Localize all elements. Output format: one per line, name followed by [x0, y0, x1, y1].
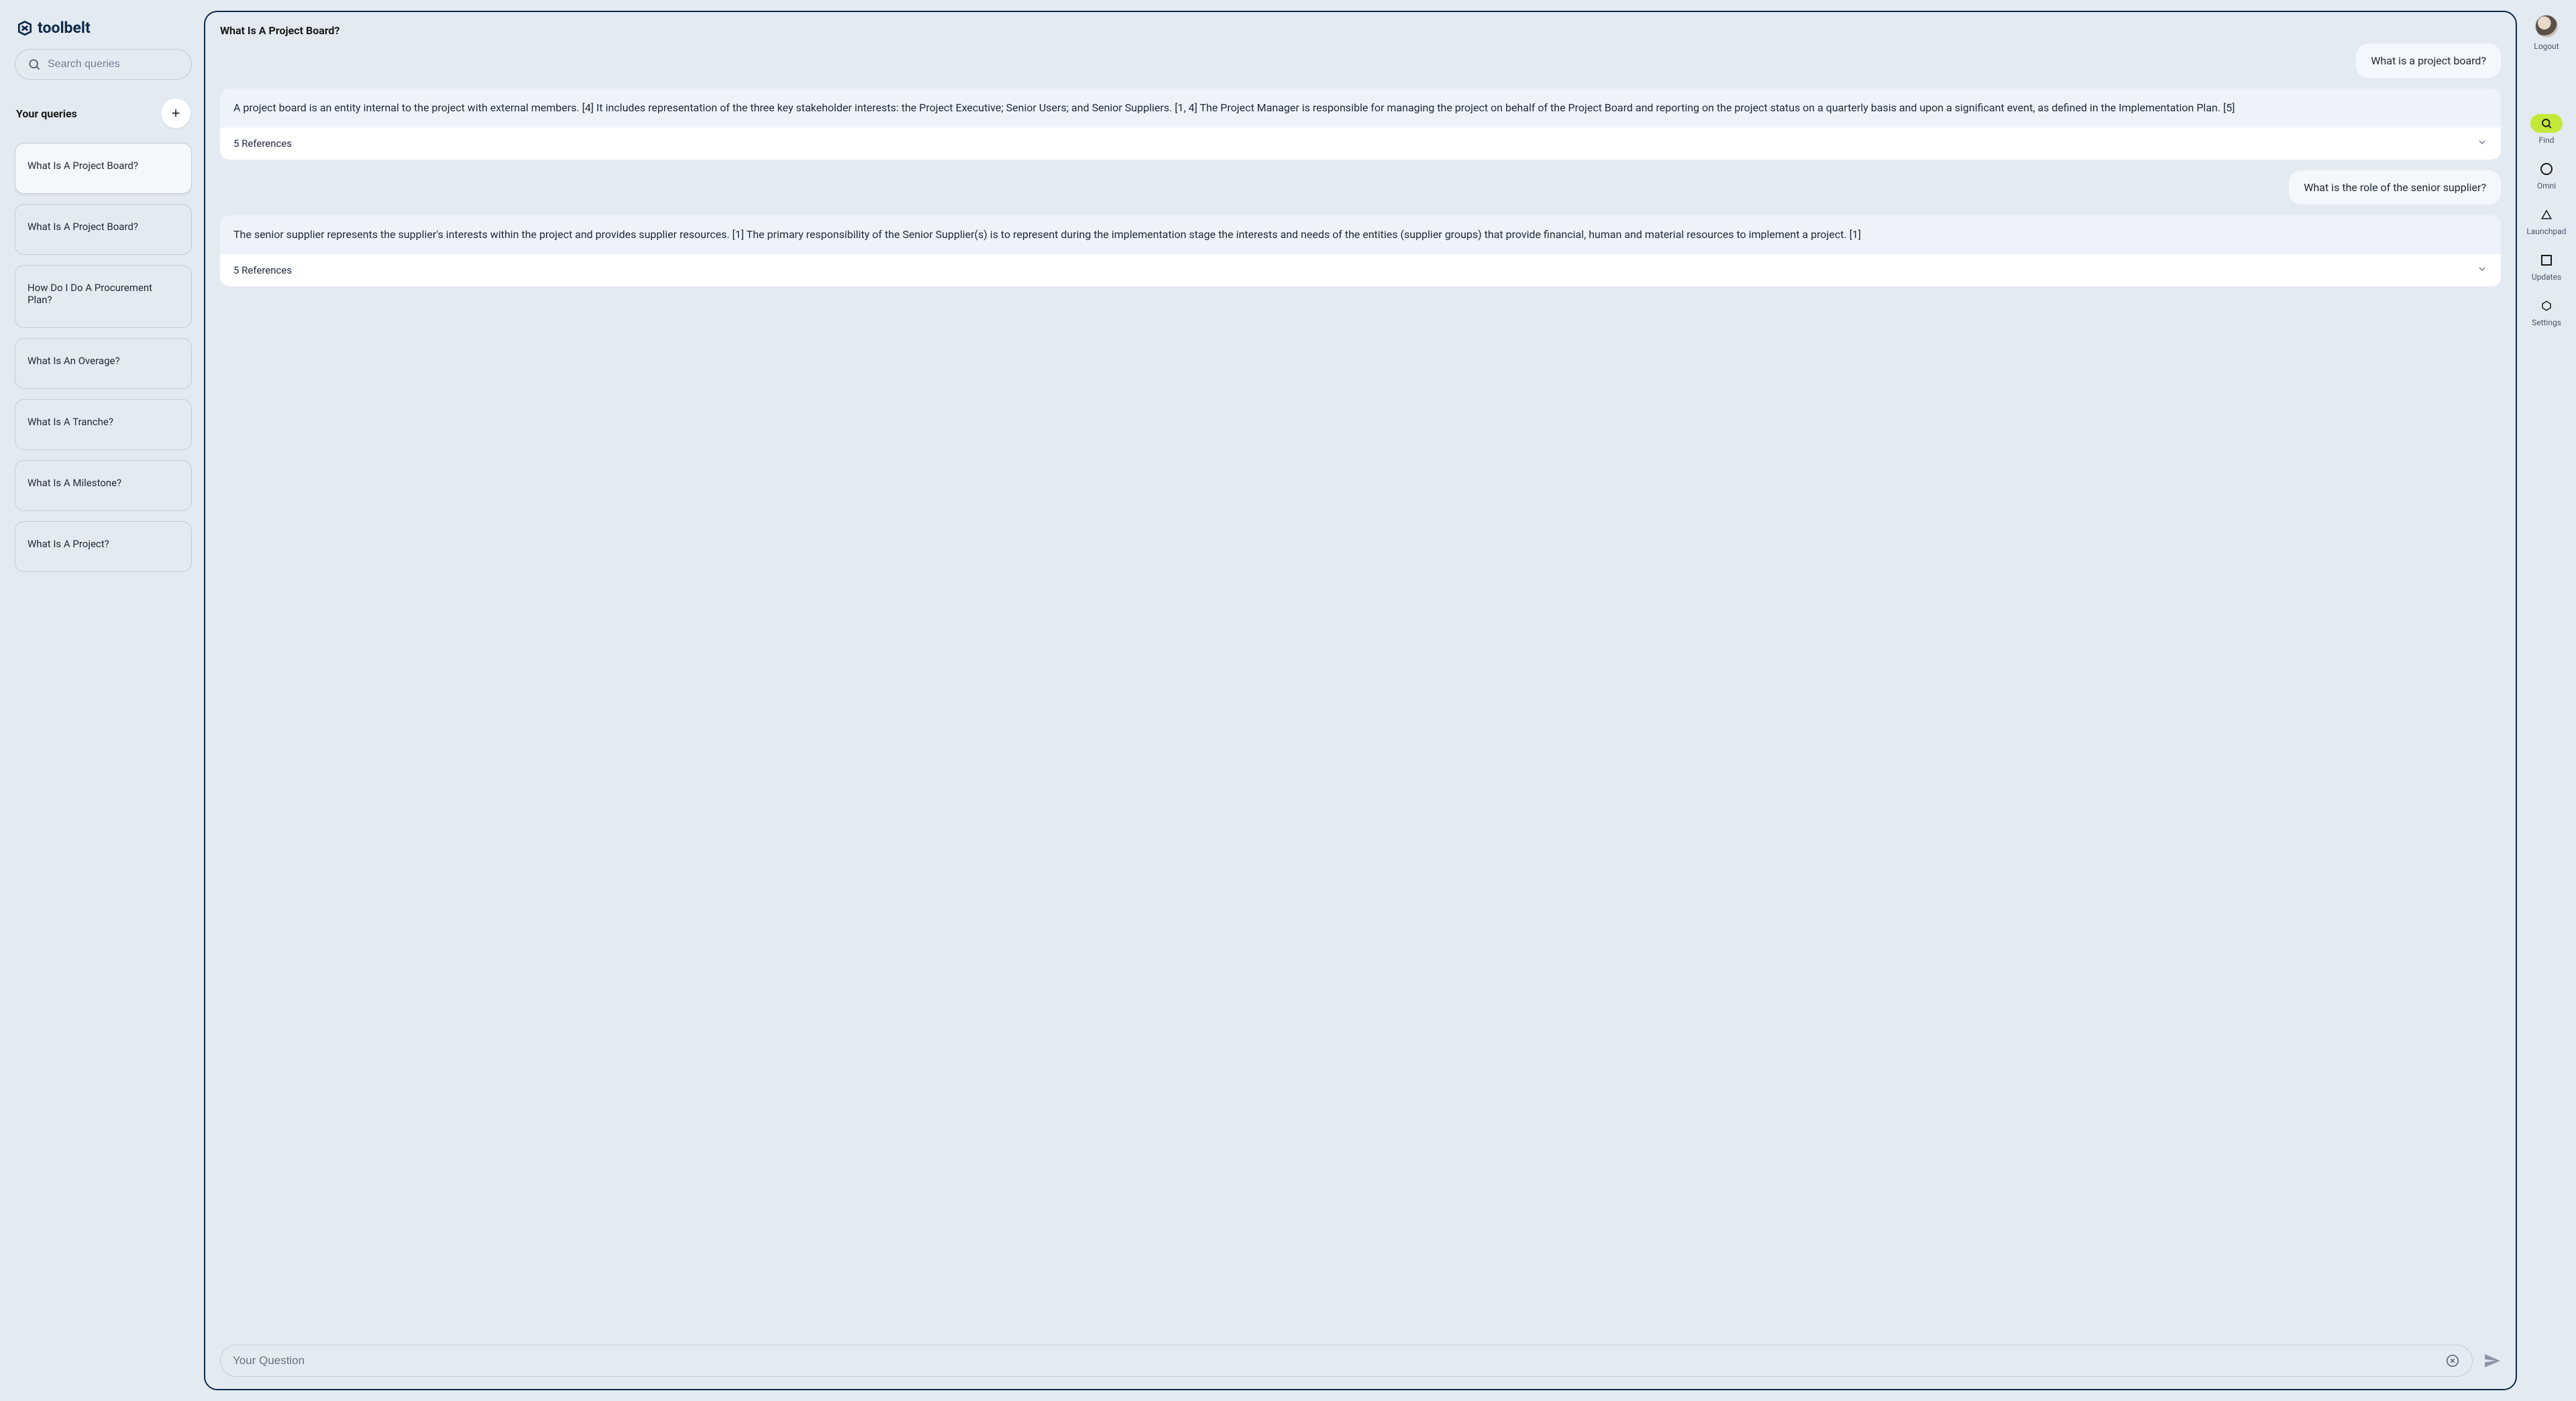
- question-input-wrap[interactable]: [220, 1345, 2473, 1377]
- close-circle-icon: [2445, 1353, 2460, 1368]
- hexagon-icon: [2530, 296, 2563, 315]
- add-query-button[interactable]: +: [161, 99, 191, 128]
- query-list-item-label: What Is A Project?: [28, 538, 109, 550]
- rail-item-launchpad[interactable]: Launchpad: [2525, 205, 2568, 236]
- user-menu[interactable]: Logout: [2525, 15, 2568, 51]
- queries-heading: Your queries: [16, 107, 77, 120]
- references-toggle[interactable]: 5 References: [220, 254, 2501, 286]
- right-rail: Logout Find Omni Launchpad Updates Settings: [2520, 3, 2573, 1398]
- query-list-item-label: What Is A Milestone?: [28, 477, 121, 489]
- assistant-message-text: A project board is an entity internal to…: [220, 89, 2501, 127]
- assistant-message: A project board is an entity internal to…: [220, 89, 2501, 160]
- circle-icon: [2530, 160, 2563, 178]
- references-toggle[interactable]: 5 References: [220, 127, 2501, 160]
- rail-item-label: Find: [2539, 135, 2555, 145]
- query-list-item[interactable]: What Is A Project Board?: [15, 204, 192, 255]
- avatar: [2535, 15, 2558, 38]
- assistant-message: The senior supplier represents the suppl…: [220, 215, 2501, 286]
- query-list-item-label: What Is An Overage?: [28, 355, 120, 367]
- send-icon: [2483, 1352, 2501, 1369]
- brand-logo-icon: [16, 19, 34, 37]
- search-icon: [28, 58, 41, 71]
- search-input[interactable]: [48, 58, 179, 70]
- references-label: 5 References: [233, 264, 292, 276]
- query-list-item-label: What Is A Project Board?: [28, 160, 138, 172]
- query-list-item-label: What Is A Tranche?: [28, 416, 113, 428]
- brand-logo: toolbelt: [15, 15, 192, 37]
- page-title: What Is A Project Board?: [205, 12, 2516, 44]
- query-list-item[interactable]: What Is An Overage?: [15, 338, 192, 389]
- plus-icon: +: [172, 105, 180, 122]
- rail-item-settings[interactable]: Settings: [2525, 296, 2568, 327]
- query-list-item[interactable]: What Is A Milestone?: [15, 460, 192, 511]
- rail-item-find[interactable]: Find: [2525, 114, 2568, 145]
- chevron-down-icon: [2477, 264, 2487, 277]
- query-list-item-label: How Do I Do A Procurement Plan?: [28, 282, 152, 306]
- main-panel: What Is A Project Board? What is a proje…: [204, 11, 2517, 1390]
- rail-item-label: Omni: [2537, 181, 2556, 190]
- assistant-message-text: The senior supplier represents the suppl…: [220, 215, 2501, 254]
- query-list-item-label: What Is A Project Board?: [28, 221, 138, 233]
- user-message: What is the role of the senior supplier?: [2289, 170, 2501, 205]
- query-list-item[interactable]: How Do I Do A Procurement Plan?: [15, 265, 192, 328]
- rail-item-omni[interactable]: Omni: [2525, 160, 2568, 190]
- send-button[interactable]: [2483, 1352, 2501, 1369]
- square-icon: [2530, 251, 2563, 270]
- search-icon: [2530, 114, 2563, 133]
- references-label: 5 References: [233, 137, 292, 150]
- search-input-wrap[interactable]: [15, 49, 192, 80]
- question-input[interactable]: [233, 1354, 2445, 1367]
- rail-item-label: Settings: [2532, 318, 2561, 327]
- rail-item-label: Updates: [2532, 272, 2561, 282]
- rail-item-updates[interactable]: Updates: [2525, 251, 2568, 282]
- query-list-item[interactable]: What Is A Project Board?: [15, 143, 192, 194]
- user-message: What is a project board?: [2356, 44, 2501, 78]
- chevron-down-icon: [2477, 137, 2487, 150]
- logout-label: Logout: [2534, 42, 2559, 51]
- query-list-item[interactable]: What Is A Tranche?: [15, 399, 192, 450]
- rail-item-label: Launchpad: [2526, 227, 2566, 236]
- triangle-icon: [2530, 205, 2563, 224]
- query-list-item[interactable]: What Is A Project?: [15, 521, 192, 572]
- clear-input-button[interactable]: [2445, 1353, 2460, 1368]
- brand-name: toolbelt: [38, 19, 91, 37]
